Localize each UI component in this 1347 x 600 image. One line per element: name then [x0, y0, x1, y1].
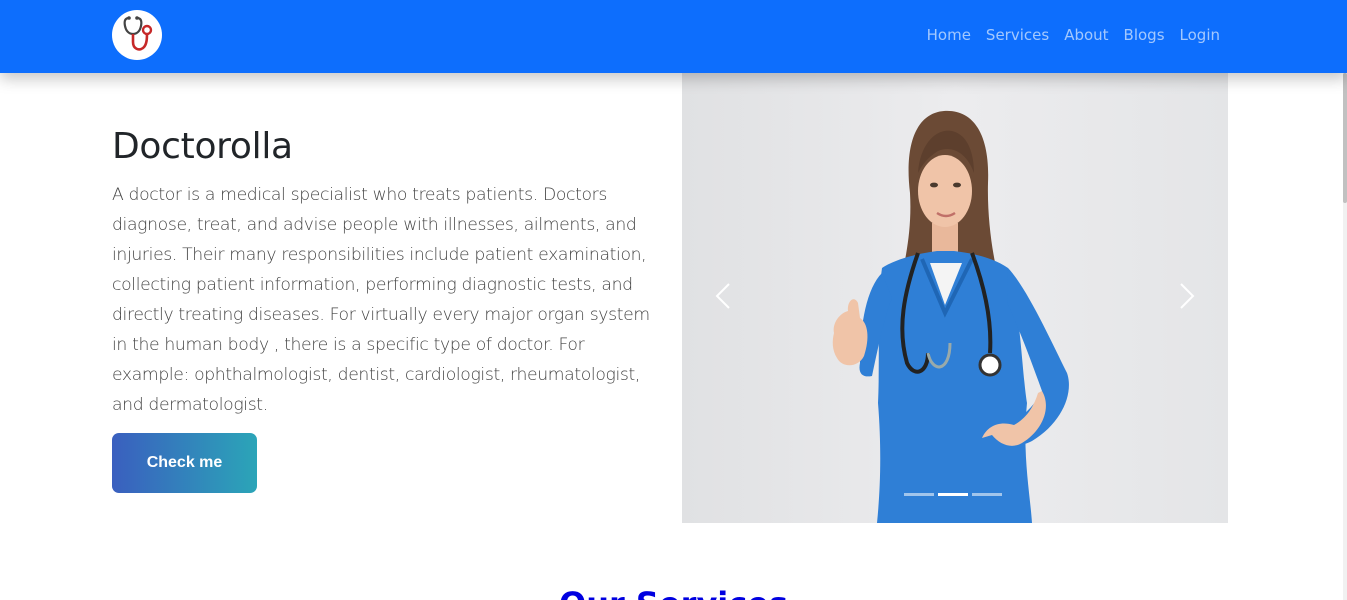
nav-blogs-link[interactable]: Blogs — [1124, 25, 1165, 45]
carousel-prev-button[interactable] — [712, 281, 736, 311]
chevron-right-icon — [1180, 283, 1195, 309]
carousel-indicator-3[interactable] — [972, 493, 1002, 496]
nav-links: Home Services About Blogs Login — [927, 25, 1220, 45]
hero-description: A doctor is a medical specialist who tre… — [112, 185, 650, 415]
nav-services-link[interactable]: Services — [986, 25, 1049, 45]
nav-about-link[interactable]: About — [1064, 25, 1108, 45]
nav-home-link[interactable]: Home — [927, 25, 971, 45]
brand-logo[interactable] — [112, 10, 162, 60]
scrollbar-thumb[interactable] — [1343, 73, 1347, 203]
page-scrollbar[interactable] — [1343, 0, 1347, 600]
nav-login-link[interactable]: Login — [1180, 25, 1220, 45]
hero-text: Doctorolla A doctor is a medical special… — [112, 124, 657, 420]
doctor-photo — [832, 110, 1069, 523]
services-section-title: Our Services — [0, 584, 1347, 600]
hero-carousel — [682, 73, 1228, 523]
navbar: Home Services About Blogs Login — [0, 0, 1347, 73]
stethoscope-icon — [123, 16, 153, 51]
carousel-next-button[interactable] — [1174, 281, 1198, 311]
carousel-indicators — [904, 493, 1002, 496]
hero-title: Doctorolla — [112, 126, 293, 167]
chevron-left-icon — [715, 283, 730, 309]
carousel-indicator-1[interactable] — [904, 493, 934, 496]
check-me-button[interactable]: Check me — [112, 433, 257, 493]
carousel-indicator-2[interactable] — [938, 493, 968, 496]
